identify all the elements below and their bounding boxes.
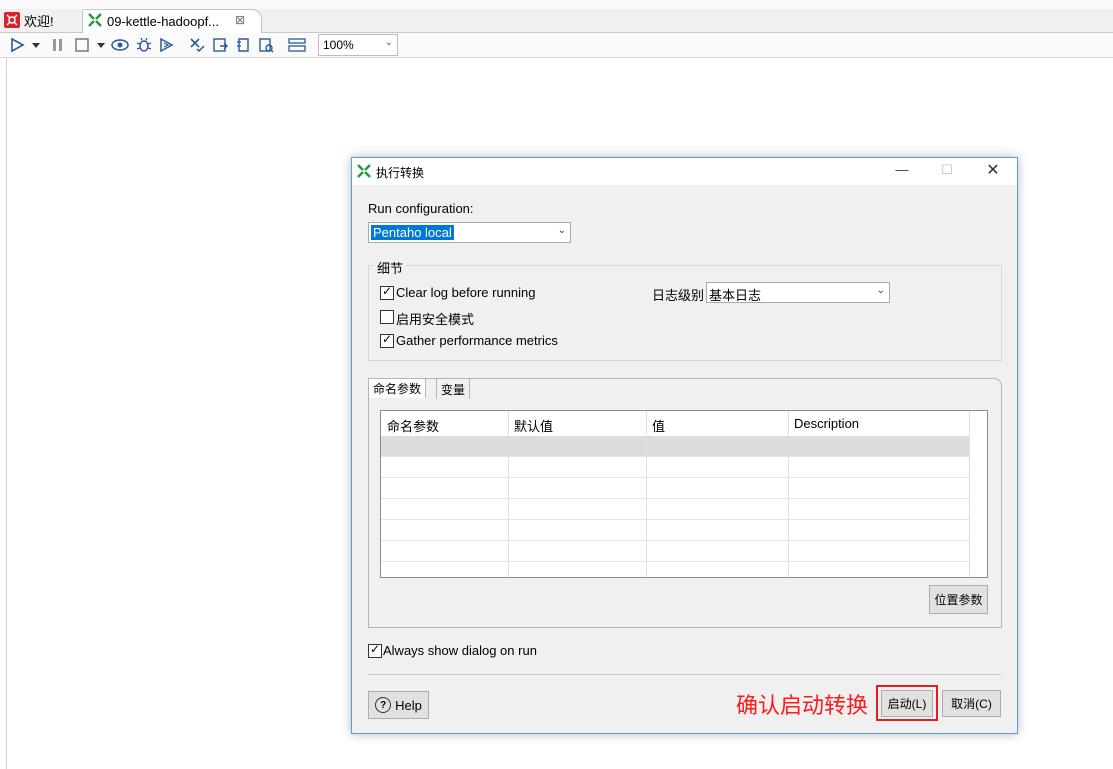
cancel-label: 取消(C)	[951, 697, 992, 711]
close-button[interactable]: ✕	[978, 160, 1008, 179]
table-row[interactable]	[381, 499, 969, 520]
zoom-select[interactable]: 100% ⌄	[318, 34, 398, 56]
column-header-description[interactable]: Description	[788, 411, 970, 435]
transformation-icon	[356, 163, 372, 182]
always-show-label: Always show dialog on run	[383, 643, 537, 658]
debug-icon[interactable]	[135, 36, 153, 54]
help-icon: ?	[375, 697, 392, 713]
dialog-title: 执行转换	[376, 166, 425, 180]
tab-named-parameters[interactable]: 命名参数	[368, 378, 427, 398]
table-row[interactable]	[381, 541, 969, 562]
annotation-text: 确认启动转换	[736, 693, 869, 718]
run-config-label: Run configuration:	[368, 201, 474, 216]
tab-variables-label: 变量	[441, 382, 466, 397]
editor-tab-bar: 欢迎! 09-kettle-hadoopf... ⊠	[0, 0, 1113, 33]
named-parameters-table[interactable]: 命名参数 默认值 值 Description	[380, 410, 988, 578]
preview-icon[interactable]	[111, 36, 129, 54]
run-icon[interactable]	[8, 36, 26, 54]
stop-dropdown-icon[interactable]	[95, 36, 107, 54]
tab-named-parameters-label: 命名参数	[373, 382, 422, 396]
chevron-down-icon: ⌄	[557, 225, 566, 236]
run-dropdown-icon[interactable]	[30, 36, 42, 54]
column-header-default-value[interactable]: 默认值	[508, 411, 647, 435]
minimize-button[interactable]: —	[887, 162, 917, 180]
position-parameters-label: 位置参数	[934, 593, 983, 607]
log-level-label: 日志级别	[652, 288, 705, 303]
column-divider	[969, 411, 970, 577]
start-label: 启动(L)	[887, 697, 927, 711]
explore-db-icon[interactable]	[257, 36, 275, 54]
execute-transformation-dialog: 执行转换 — ☐ ✕ Run configuration: Pentaho lo…	[351, 157, 1018, 734]
divider	[368, 674, 1001, 675]
maximize-button[interactable]: ☐	[932, 162, 962, 180]
verify-icon[interactable]	[188, 36, 206, 54]
gather-metrics-checkbox[interactable]: ✓	[380, 332, 394, 348]
always-show-checkbox[interactable]: ✓	[368, 642, 382, 658]
pause-icon[interactable]	[49, 36, 67, 54]
replay-icon[interactable]	[157, 36, 175, 54]
tab-welcome[interactable]: 欢迎!	[4, 9, 80, 31]
column-header-parameter[interactable]: 命名参数	[381, 411, 509, 435]
transformation-icon	[87, 12, 103, 31]
start-button[interactable]: 启动(L)	[881, 690, 933, 717]
chevron-down-icon: ⌄	[384, 37, 393, 48]
position-parameters-button[interactable]: 位置参数	[929, 585, 988, 614]
table-row[interactable]	[381, 562, 969, 582]
impact-icon[interactable]	[211, 36, 229, 54]
zoom-value: 100%	[323, 38, 354, 52]
help-button[interactable]: ? Help	[368, 691, 429, 719]
safe-mode-label: 启用安全模式	[396, 312, 475, 327]
clear-log-checkbox[interactable]: ✓	[380, 284, 394, 300]
table-row[interactable]	[381, 478, 969, 499]
show-results-icon[interactable]	[288, 36, 306, 54]
chevron-down-icon: ⌄	[876, 285, 885, 296]
close-tab-icon[interactable]: ⊠	[235, 13, 245, 27]
run-config-select[interactable]: Pentaho local ⌄	[368, 222, 571, 243]
run-config-value: Pentaho local	[371, 225, 454, 240]
tab-transformation-label: 09-kettle-hadoopf...	[107, 14, 220, 29]
tab-welcome-label: 欢迎!	[24, 13, 54, 29]
column-divider	[646, 411, 647, 577]
transformation-toolbar: 100% ⌄	[0, 33, 1113, 58]
dialog-title-bar: 执行转换 — ☐ ✕	[352, 158, 1017, 185]
column-header-value[interactable]: 值	[646, 411, 789, 435]
clear-log-label: Clear log before running	[396, 285, 536, 300]
column-divider	[508, 411, 509, 577]
safe-mode-checkbox[interactable]	[380, 310, 394, 324]
log-level-value: 基本日志	[709, 288, 762, 303]
column-divider	[788, 411, 789, 577]
tab-transformation[interactable]: 09-kettle-hadoopf... ⊠	[82, 9, 262, 33]
stop-icon[interactable]	[73, 36, 91, 54]
cancel-button[interactable]: 取消(C)	[942, 690, 1001, 717]
gather-metrics-label: Gather performance metrics	[396, 333, 558, 348]
help-label: Help	[395, 697, 422, 713]
spoon-logo-icon	[4, 12, 20, 28]
log-level-select[interactable]: 基本日志 ⌄	[706, 282, 890, 303]
tab-variables[interactable]: 变量	[436, 379, 471, 399]
table-row[interactable]	[381, 520, 969, 541]
details-group-label: 细节	[374, 258, 407, 277]
table-row[interactable]	[381, 457, 969, 478]
table-row[interactable]	[381, 436, 969, 457]
sql-icon[interactable]	[234, 36, 252, 54]
